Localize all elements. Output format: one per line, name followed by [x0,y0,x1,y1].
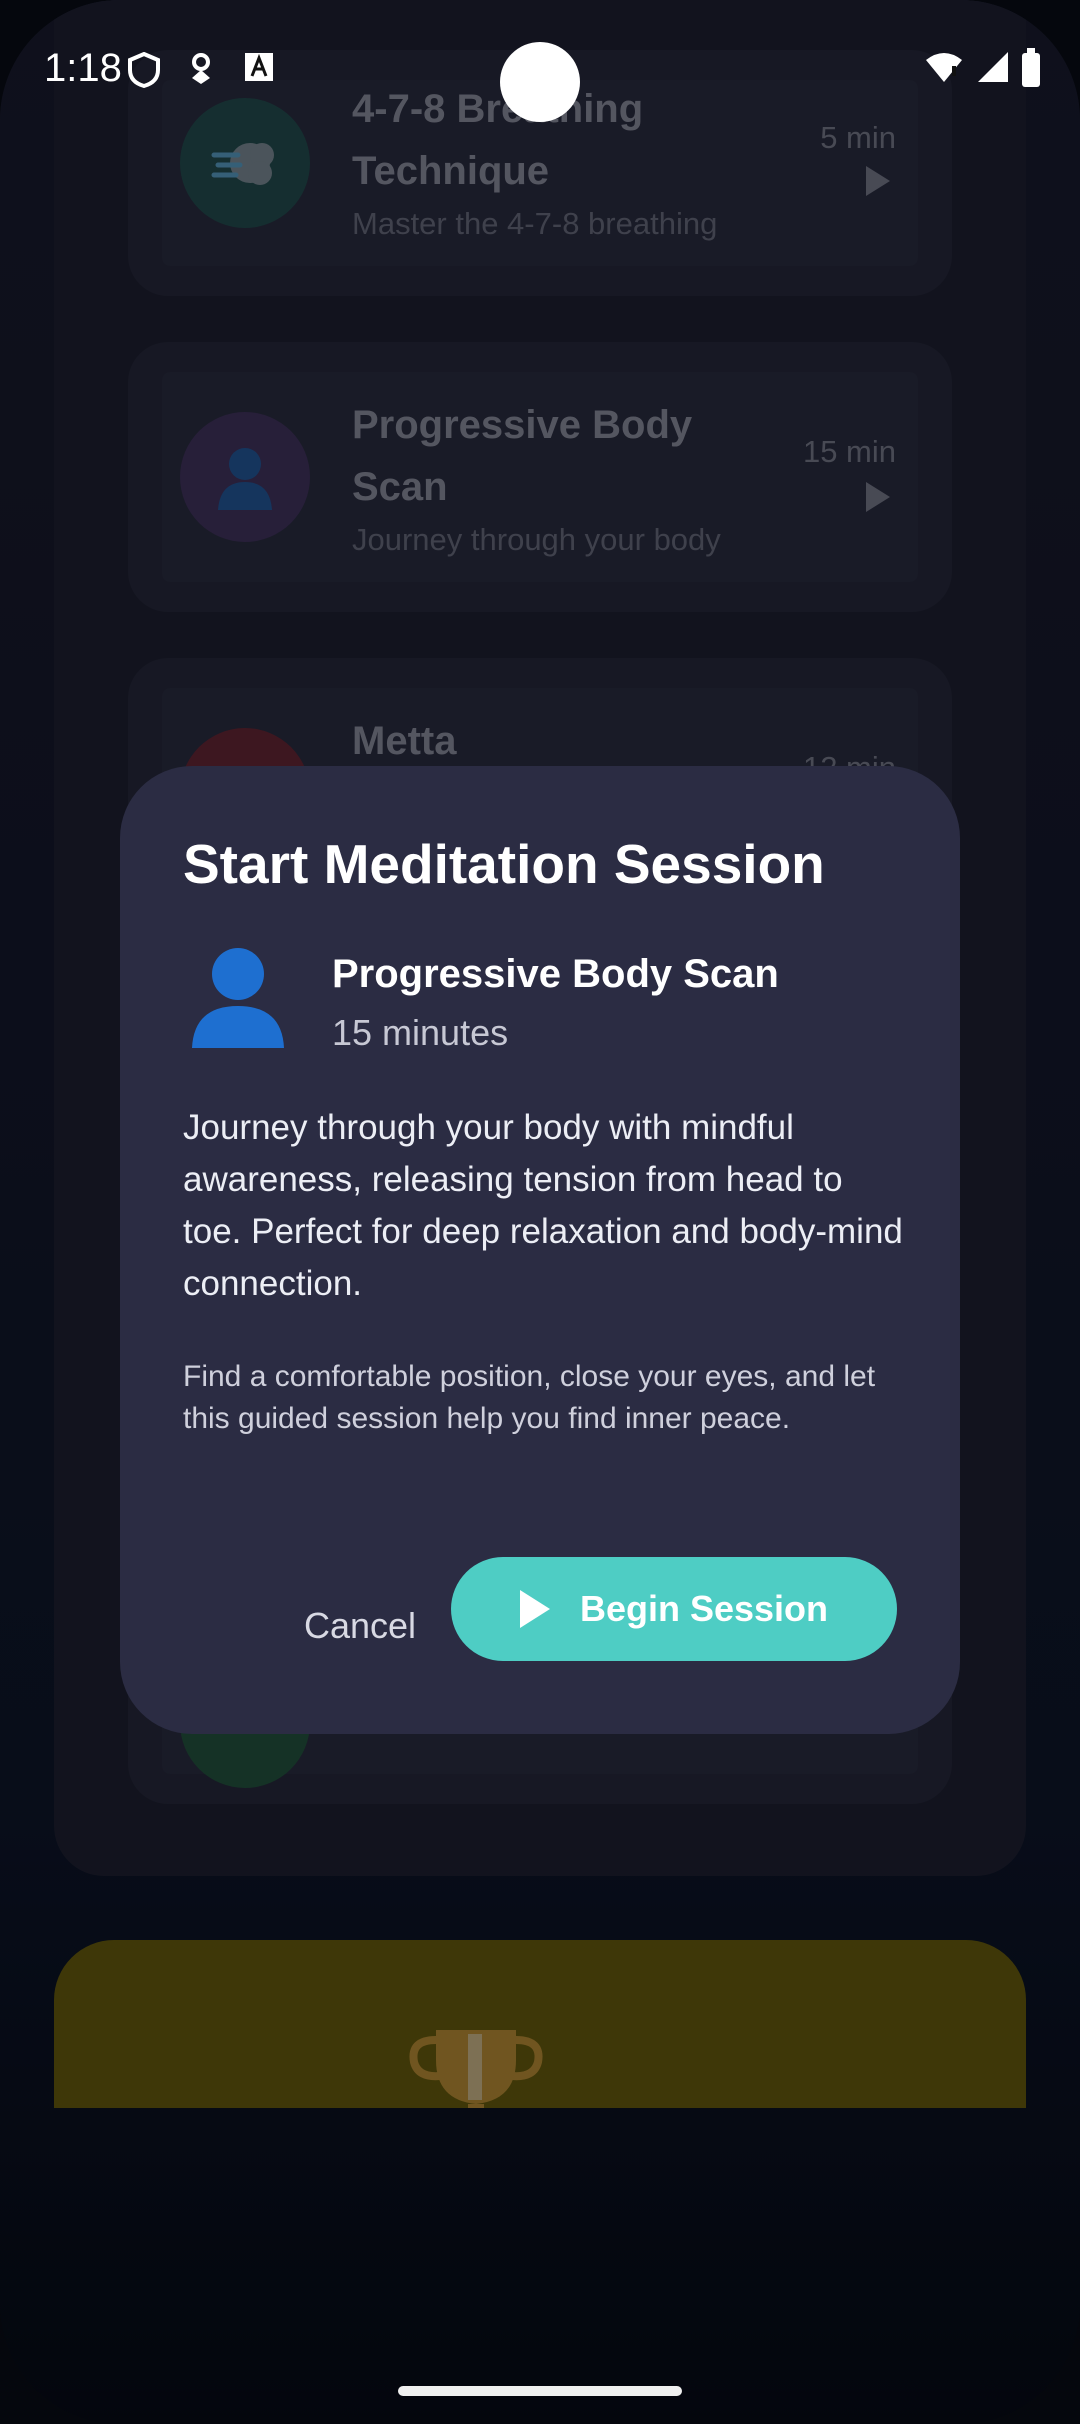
signal-icon [976,50,1010,89]
begin-session-label: Begin Session [579,1588,829,1629]
battery-icon [1022,47,1040,87]
location-icon [188,52,214,92]
session-duration: 15 minutes [332,1012,509,1053]
person-icon [188,944,288,1054]
session-description: Journey through your body with mindful a… [183,1108,903,1303]
dialog-title: Start Meditation Session [183,833,825,895]
front-camera [500,42,580,122]
system-icons [924,47,1040,89]
begin-session-button[interactable]: Begin Session [451,1557,897,1661]
status-time: 1:18 [44,46,122,90]
session-note: Find a comfortable position, close your … [183,1360,876,1435]
play-icon [519,1590,550,1628]
shield-icon [128,51,160,94]
start-session-dialog: Start Meditation Session Progressive Bod… [120,766,960,1734]
app-screen: 4-7-8 Breathing Technique Master the 4-7… [0,0,1080,2424]
a-box-icon [244,52,274,88]
wifi-icon [924,50,964,89]
cancel-button[interactable]: Cancel [260,1574,460,1678]
session-name: Progressive Body Scan [332,952,779,996]
home-indicator[interactable] [398,2386,682,2396]
